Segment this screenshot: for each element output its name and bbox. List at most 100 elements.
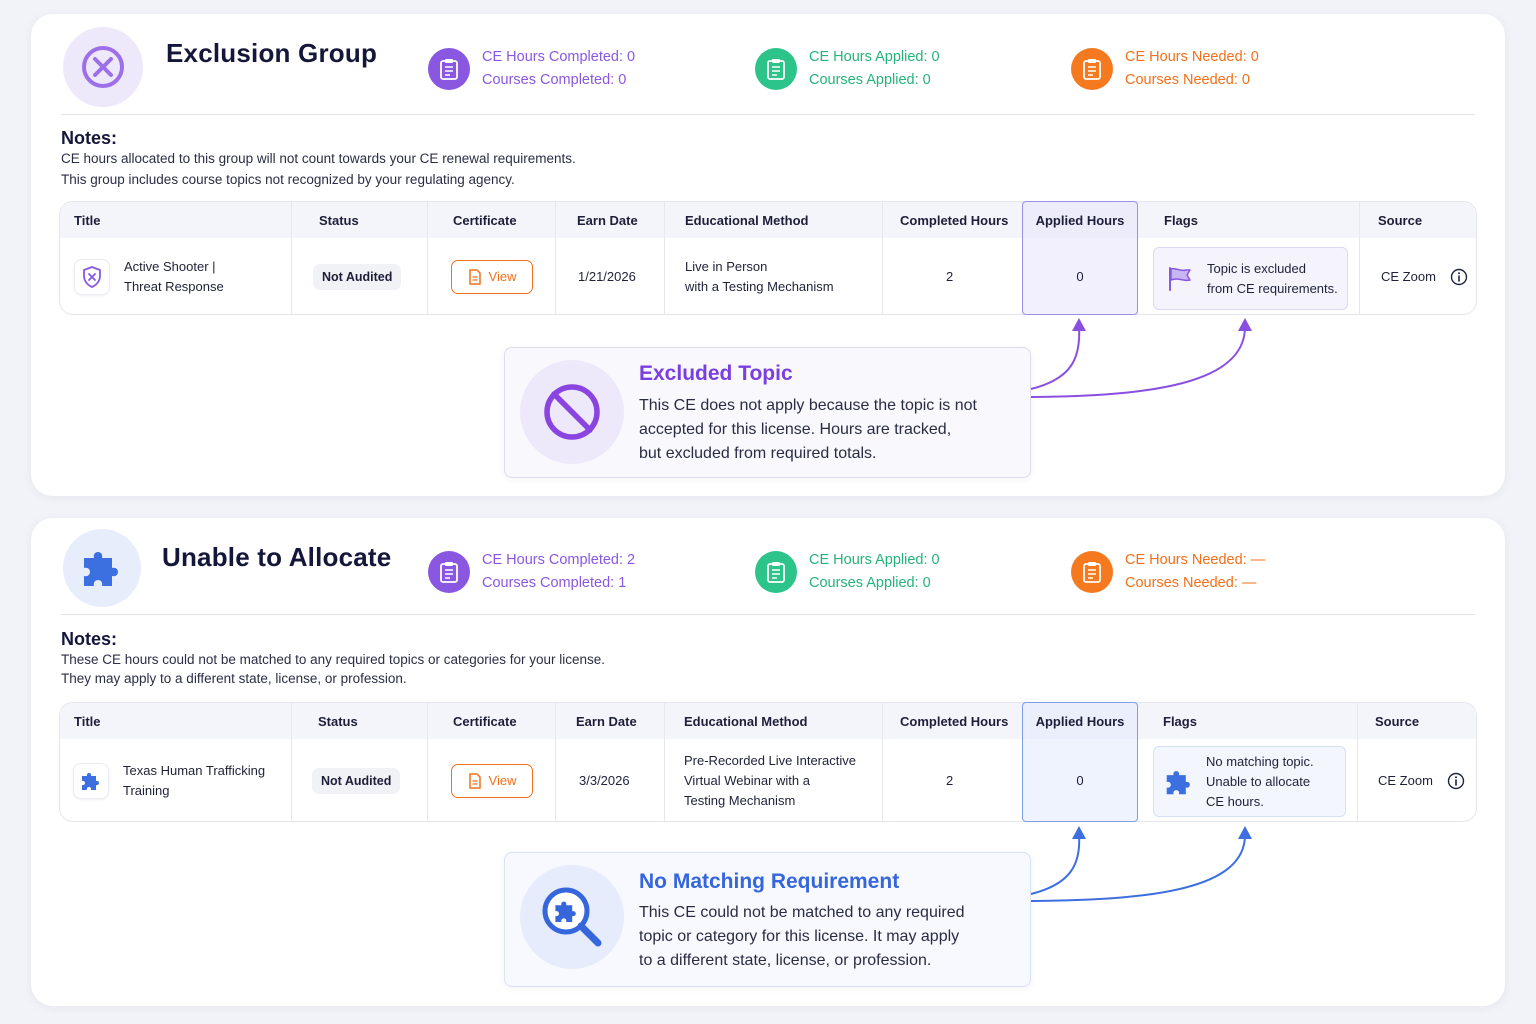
stat-needed-courses: Courses Needed: —: [1125, 575, 1257, 591]
table-row-title[interactable]: Texas Human Trafficking Training: [73, 739, 288, 822]
clipboard-icon: [755, 551, 797, 593]
stat-needed-courses: Courses Needed: 0: [1125, 72, 1250, 88]
column-header-earn-date[interactable]: Earn Date: [576, 703, 637, 739]
course-title-line: Active Shooter |: [124, 258, 216, 274]
method-line: Live in Person: [685, 258, 768, 274]
column-header-title[interactable]: Title: [74, 202, 101, 238]
excluded-topic-callout: Excluded Topic This CE does not apply be…: [504, 347, 1031, 478]
column-header-applied-hours[interactable]: Applied Hours: [1023, 202, 1137, 238]
circle-x-icon: [63, 27, 143, 107]
exclusion-group-card: Exclusion Group CE Hours Completed: 0 Co…: [31, 14, 1505, 496]
view-certificate-button[interactable]: View: [451, 259, 533, 294]
flag-line: from CE requirements.: [1207, 280, 1338, 296]
completed-hours: 2: [946, 269, 954, 284]
column-header-flags[interactable]: Flags: [1164, 202, 1198, 238]
column-header-source[interactable]: Source: [1378, 202, 1422, 238]
column-header-earn-date[interactable]: Earn Date: [577, 202, 638, 238]
callout-line: This CE does not apply because the topic…: [639, 397, 977, 414]
completed-hours: 2: [946, 773, 954, 788]
clipboard-icon: [755, 48, 797, 90]
source-cell: CE Zoom: [1381, 238, 1468, 315]
stat-applied: CE Hours Applied: 0 Courses Applied: 0: [755, 46, 940, 92]
puzzle-piece-icon: [1166, 770, 1190, 794]
notes-title: Notes:: [61, 629, 118, 649]
column-header-completed-hours[interactable]: Completed Hours: [900, 703, 1008, 739]
view-label: View: [488, 269, 517, 284]
callout-line: topic or category for this license. It m…: [639, 928, 960, 945]
applied-hours: 0: [1076, 772, 1084, 788]
earn-date: 3/3/2026: [579, 773, 630, 788]
table-row-title[interactable]: Active Shooter | Threat Response: [74, 238, 284, 315]
divider: [61, 114, 1475, 115]
unable-to-allocate-card: Unable to Allocate CE Hours Completed: 2…: [31, 518, 1505, 1006]
flag-icon: [1169, 266, 1191, 291]
notes-line: CE hours allocated to this group will no…: [61, 151, 576, 166]
stat-needed-hours: CE Hours Needed: 0: [1125, 49, 1259, 65]
column-header-certificate[interactable]: Certificate: [453, 202, 517, 238]
course-title-line: Texas Human Trafficking: [123, 762, 266, 778]
document-icon: [468, 268, 481, 285]
column-header-completed-hours[interactable]: Completed Hours: [900, 202, 1008, 238]
flag-line: Unable to allocate: [1206, 773, 1311, 789]
certificate-cell: View: [451, 739, 533, 822]
educational-method: Live in Person with a Testing Mechanism: [685, 238, 834, 315]
column-header-flags[interactable]: Flags: [1163, 703, 1197, 739]
status-badge: Not Audited: [313, 263, 402, 290]
flag-line: CE hours.: [1206, 793, 1264, 809]
no-matching-requirement-callout: No Matching Requirement This CE could no…: [504, 852, 1031, 987]
stat-completed: CE Hours Completed: 0 Courses Completed:…: [428, 46, 635, 92]
notes-line: These CE hours could not be matched to a…: [61, 652, 606, 667]
clipboard-icon: [428, 551, 470, 593]
stat-applied-hours: CE Hours Applied: 0: [809, 552, 940, 568]
callout-line: This CE could not be matched to any requ…: [639, 904, 965, 921]
callout-title: Excluded Topic: [639, 362, 793, 385]
column-header-method[interactable]: Educational Method: [685, 202, 809, 238]
stat-applied-hours: CE Hours Applied: 0: [809, 49, 940, 65]
applied-hours: 0: [1076, 268, 1084, 284]
column-header-certificate[interactable]: Certificate: [453, 703, 517, 739]
applied-hours-highlight: Applied Hours 0: [1022, 702, 1138, 822]
shield-x-icon: [74, 258, 110, 295]
status-cell: Not Audited: [313, 238, 402, 315]
callout-line: to a different state, license, or profes…: [639, 952, 932, 969]
column-header-method[interactable]: Educational Method: [684, 703, 808, 739]
stat-applied: CE Hours Applied: 0 Courses Applied: 0: [755, 549, 940, 595]
notes-title: Notes:: [61, 128, 118, 148]
educational-method: Pre-Recorded Live Interactive Virtual We…: [684, 739, 856, 822]
flag-excluded: Topic is excluded from CE requirements.: [1153, 247, 1348, 310]
stat-needed-hours: CE Hours Needed: —: [1125, 552, 1266, 568]
course-title-line: Training: [123, 782, 170, 798]
view-label: View: [488, 773, 517, 788]
stat-needed: CE Hours Needed: — Courses Needed: —: [1071, 549, 1265, 595]
document-icon: [468, 772, 481, 789]
course-title-line: Threat Response: [124, 278, 224, 294]
callout-body: This CE could not be matched to any requ…: [639, 901, 1019, 973]
clipboard-icon: [1071, 551, 1113, 593]
info-icon[interactable]: [1450, 268, 1468, 286]
courses-table: Title Status Certificate Earn Date Educa…: [59, 201, 1477, 315]
column-header-title[interactable]: Title: [74, 703, 101, 739]
earn-date: 1/21/2026: [578, 269, 636, 284]
column-header-status[interactable]: Status: [319, 202, 359, 238]
info-icon[interactable]: [1447, 772, 1465, 790]
source-label: CE Zoom: [1381, 269, 1436, 284]
column-header-status[interactable]: Status: [318, 703, 358, 739]
certificate-cell: View: [451, 238, 533, 315]
group-title: Unable to Allocate: [162, 542, 392, 572]
divider: [61, 614, 1475, 615]
method-line: with a Testing Mechanism: [685, 278, 834, 294]
view-certificate-button[interactable]: View: [451, 763, 533, 798]
column-header-applied-hours[interactable]: Applied Hours: [1023, 703, 1137, 739]
stat-completed: CE Hours Completed: 2 Courses Completed:…: [428, 549, 635, 595]
method-line: Pre-Recorded Live Interactive: [684, 752, 856, 768]
stat-needed: CE Hours Needed: 0 Courses Needed: 0: [1071, 46, 1259, 92]
source-label: CE Zoom: [1378, 773, 1433, 788]
flag-line: No matching topic.: [1206, 753, 1314, 769]
clipboard-icon: [428, 48, 470, 90]
puzzle-piece-icon: [73, 762, 109, 799]
callout-body: This CE does not apply because the topic…: [639, 394, 1019, 466]
column-header-source[interactable]: Source: [1375, 703, 1419, 739]
callout-line: accepted for this license. Hours are tra…: [639, 421, 952, 438]
callout-title: No Matching Requirement: [639, 870, 900, 893]
applied-hours-highlight: Applied Hours 0: [1022, 201, 1138, 315]
